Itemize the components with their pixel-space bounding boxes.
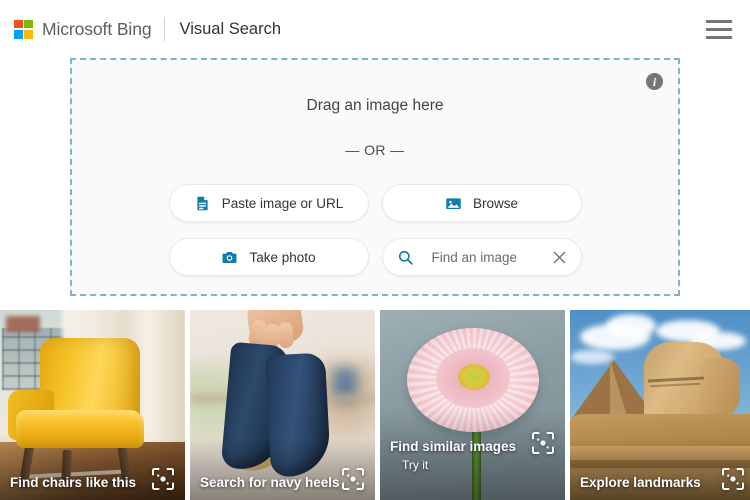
visual-search-icon[interactable] [530,430,556,456]
camera-icon [221,249,238,266]
hamburger-bar [706,35,732,39]
search-input[interactable] [431,249,551,265]
visual-search-icon[interactable] [340,466,366,492]
logo-square-blue [14,29,23,39]
page-header: Microsoft Bing Visual Search [0,0,750,58]
visual-search-icon[interactable] [150,466,176,492]
card-explore-landmarks[interactable]: Explore landmarks [570,310,750,500]
hamburger-bar [706,27,732,31]
card-title: Find similar images [390,438,517,454]
dropzone-section: i Drag an image here — OR — Paste image … [0,58,750,298]
dropzone-actions: Paste image or URL Browse Take photo Fin… [168,184,582,276]
search-icon [397,249,414,266]
card-find-chairs[interactable]: Find chairs like this [0,310,185,500]
logo-square-green [24,19,33,29]
info-icon[interactable]: i [646,73,663,90]
take-photo-label: Take photo [249,249,316,265]
card-caption: Find similar images Try it [390,438,516,474]
microsoft-logo-icon[interactable] [14,19,33,39]
hamburger-menu-icon[interactable] [706,17,734,41]
suggestion-card-strip: Find chairs like this Search for navy he… [0,310,750,500]
header-divider [164,17,166,41]
card-caption: Search for navy heels [200,474,340,492]
image-icon [445,195,462,212]
browse-label: Browse [472,195,518,211]
take-photo-button[interactable]: Take photo [168,238,369,276]
product-name[interactable]: Visual Search [179,20,281,39]
card-title: Explore landmarks [580,475,701,491]
visual-search-icon[interactable] [720,466,746,492]
card-caption: Find chairs like this [10,474,136,492]
browse-button[interactable]: Browse [381,184,582,222]
paste-image-or-url-label: Paste image or URL [221,195,344,211]
card-subtitle[interactable]: Try it [402,458,516,474]
paste-image-or-url-button[interactable]: Paste image or URL [168,184,369,222]
logo-square-yellow [24,29,33,39]
image-dropzone[interactable]: i Drag an image here — OR — Paste image … [70,58,680,296]
hamburger-bar [706,19,732,23]
card-title: Find chairs like this [10,475,137,491]
logo-square-orange [14,19,23,29]
card-caption: Explore landmarks [580,474,701,492]
drag-prompt-text: Drag an image here [306,97,444,114]
close-icon[interactable] [551,248,569,266]
or-separator-text: — OR — [345,142,405,158]
card-find-similar-images[interactable]: Find similar images Try it [380,310,565,500]
brand-name[interactable]: Microsoft Bing [42,19,152,40]
paste-icon [194,195,211,212]
card-search-navy-heels[interactable]: Search for navy heels [190,310,375,500]
card-title: Search for navy heels [200,475,340,491]
find-an-image-search-box[interactable] [381,238,582,276]
